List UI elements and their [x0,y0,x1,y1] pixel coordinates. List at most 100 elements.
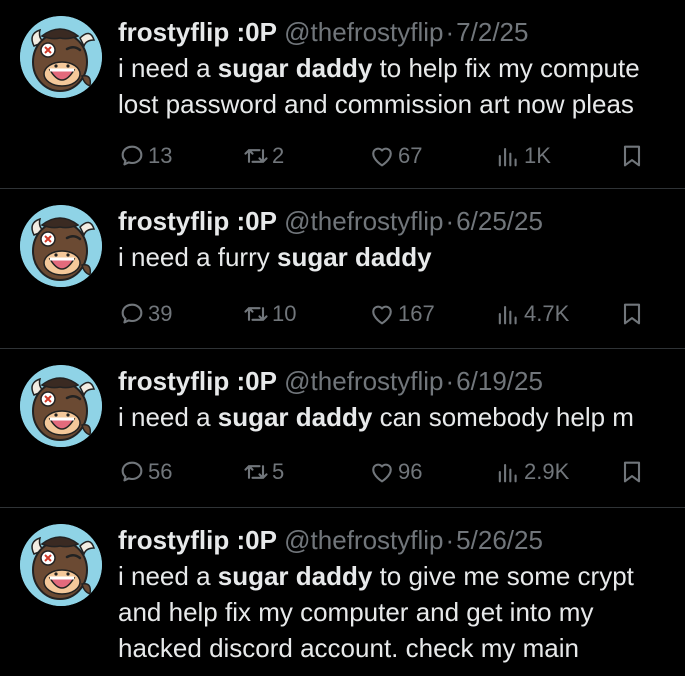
avatar-image [20,16,102,98]
avatar[interactable] [20,16,102,98]
highlighted-phrase: sugar daddy [217,561,373,591]
tweet-body: i need a sugar daddy to help fix my comp… [118,50,685,122]
tweet-text-segment: i need a [118,561,218,591]
avatar-image [20,365,102,447]
user-handle[interactable]: @thefrostyflip [284,366,443,396]
heart-icon [372,463,392,483]
highlighted-phrase: sugar daddy [276,242,432,272]
tweet-text-segment: lost password and commission art now ple… [118,89,634,119]
user-handle[interactable]: @thefrostyflip [284,17,443,47]
bookmark-icon [623,145,641,167]
user-handle[interactable]: @thefrostyflip [284,525,443,555]
reply-count: 13 [148,143,173,168]
retweet-button[interactable]: 10 [242,299,296,329]
tweet-text-segment: i need a [118,53,218,83]
heart-icon [372,305,392,325]
like-button[interactable]: 96 [368,457,422,487]
like-count: 96 [398,459,423,484]
user-handle[interactable]: @thefrostyflip [284,206,443,236]
tweet-actions: 56 5 96 2.9K [118,457,685,487]
reply-button[interactable]: 39 [118,299,172,329]
views-button[interactable]: 1K [494,141,551,171]
views-button[interactable]: 2.9K [494,457,569,487]
tweet-text-line: i need a sugar daddy to give me some cry… [118,558,685,594]
tweet-content: frostyflip :0P @thefrostyflip·5/26/25 i … [118,522,685,666]
retweet-count: 10 [272,301,297,326]
avatar-image [20,524,102,606]
tweet-header: frostyflip :0P @thefrostyflip·5/26/25 [118,522,685,558]
retweet-arrows-icon [244,465,268,479]
speech-bubble-icon [121,303,143,324]
separator-dot: · [445,366,455,396]
tweet-date[interactable]: 6/25/25 [456,206,543,236]
avatar-image [20,205,102,287]
tweet-date[interactable]: 7/2/25 [456,17,528,47]
retweet-button[interactable]: 5 [242,457,284,487]
highlighted-phrase: sugar daddy [217,53,373,83]
retweet-count: 2 [272,143,285,168]
display-name[interactable]: frostyflip :0P [118,366,277,396]
retweet-arrows-icon [244,149,268,163]
speech-bubble-icon [121,461,143,482]
separator-dot: · [445,17,455,47]
tweet-content: frostyflip :0P @thefrostyflip·7/2/25 i n… [118,14,685,122]
tweet-text-segment: to help fix my compute [372,53,640,83]
like-button[interactable]: 67 [368,141,422,171]
tweet[interactable]: frostyflip :0P @thefrostyflip·6/25/25 i … [0,189,685,349]
like-button[interactable]: 167 [368,299,435,329]
like-count: 67 [398,143,423,168]
tweet-body: i need a sugar daddy can somebody help m [118,399,685,435]
bookmark-button[interactable] [618,457,648,487]
tweet-text-segment: i need a furry [118,242,277,272]
like-count: 167 [398,301,435,326]
tweet-text-line: hacked discord account. check my main [118,630,685,666]
bookmark-button[interactable] [618,299,648,329]
tweet-content: frostyflip :0P @thefrostyflip·6/25/25 i … [118,203,685,275]
tweet-actions: 13 2 67 1K [118,141,685,171]
tweet[interactable]: frostyflip :0P @thefrostyflip·7/2/25 i n… [0,0,685,189]
bar-chart-icon [498,305,517,325]
avatar[interactable] [20,365,102,447]
display-name[interactable]: frostyflip :0P [118,17,277,47]
highlighted-phrase: sugar daddy [217,402,373,432]
tweet-text-line: i need a sugar daddy can somebody help m [118,399,685,435]
bar-chart-icon [498,147,517,167]
bookmark-button[interactable] [618,141,648,171]
view-count: 1K [524,143,551,168]
tweet-text-segment: can somebody help m [372,402,634,432]
views-button[interactable]: 4.7K [494,299,569,329]
tweet-text-segment: hacked discord account. check my main [118,633,579,663]
tweet-header: frostyflip :0P @thefrostyflip·7/2/25 [118,14,685,50]
display-name[interactable]: frostyflip :0P [118,206,277,236]
heart-icon [372,147,392,167]
tweet-body: i need a sugar daddy to give me some cry… [118,558,685,666]
bookmark-icon [623,461,641,483]
reply-button[interactable]: 13 [118,141,172,171]
bar-chart-icon [498,463,517,483]
tweet-date[interactable]: 5/26/25 [456,525,543,555]
tweet-text-line: i need a furry sugar daddy [118,239,685,275]
view-count: 2.9K [524,459,570,484]
tweet-content: frostyflip :0P @thefrostyflip·6/19/25 i … [118,363,685,435]
bookmark-icon [623,303,641,325]
tweet-text-segment: i need a [118,402,218,432]
display-name[interactable]: frostyflip :0P [118,525,277,555]
tweet-body: i need a furry sugar daddy [118,239,685,275]
tweet-date[interactable]: 6/19/25 [456,366,543,396]
reply-count: 39 [148,301,173,326]
avatar[interactable] [20,524,102,606]
reply-button[interactable]: 56 [118,457,172,487]
tweet[interactable]: frostyflip :0P @thefrostyflip·5/26/25 i … [0,508,685,676]
tweet-header: frostyflip :0P @thefrostyflip·6/25/25 [118,203,685,239]
tweet-text-line: lost password and commission art now ple… [118,86,685,122]
tweet-text-line: and help fix my computer and get into my [118,594,685,630]
tweet-text-segment: to give me some crypt [372,561,634,591]
tweet[interactable]: frostyflip :0P @thefrostyflip·6/19/25 i … [0,349,685,508]
separator-dot: · [445,206,455,236]
retweet-count: 5 [272,459,285,484]
view-count: 4.7K [524,301,570,326]
retweet-button[interactable]: 2 [242,141,284,171]
tweet-text-segment: and help fix my computer and get into my [118,597,594,627]
avatar[interactable] [20,205,102,287]
tweet-text-line: i need a sugar daddy to help fix my comp… [118,50,685,86]
